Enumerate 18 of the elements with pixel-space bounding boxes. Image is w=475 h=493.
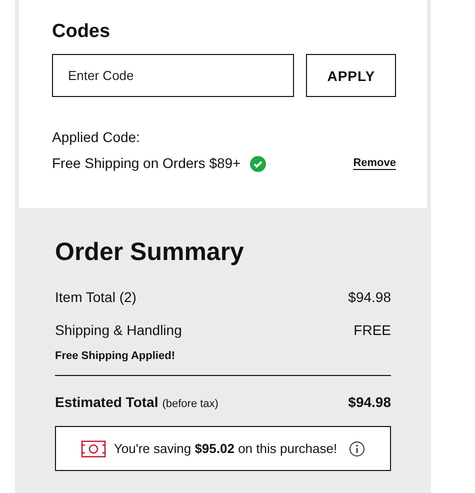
applied-label: Applied Code: [52,129,141,146]
info-icon[interactable] [349,440,366,456]
shipping-note: Free Shipping Applied! [55,349,176,363]
total-value: $94.98 [348,394,391,411]
section-title: Order Summary [55,237,245,267]
row-value: FREE [354,322,391,339]
apply-button[interactable]: APPLY [306,54,396,97]
savings-text: You're saving $95.02 on this purchase! [114,441,338,456]
row-label: Shipping & Handling [55,322,182,339]
applied-code: Free Shipping on Orders $89+ [52,155,241,172]
total-label: Estimated Total [55,394,158,411]
row-label: Item Total (2) [55,289,136,306]
row-value: $94.98 [348,289,391,306]
total-note: (before tax) [162,397,218,412]
input-field[interactable]: Enter Code [52,54,294,97]
section-title: Codes [52,20,112,44]
money-icon [80,440,106,458]
remove-link[interactable]: Remove [353,157,396,170]
